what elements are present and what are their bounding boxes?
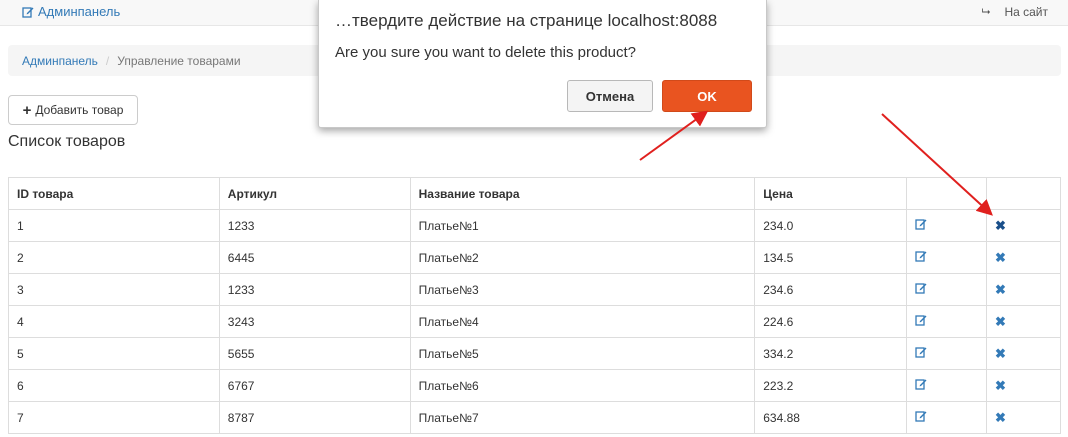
list-title: Список товаров: [8, 133, 126, 150]
edit-icon[interactable]: [915, 346, 927, 361]
table-row: 5 5655 Платье№5 334.2 ✖: [8, 337, 1061, 370]
cell-delete: ✖: [986, 337, 1061, 370]
cell-sku: 8787: [218, 401, 411, 434]
cell-sku: 6767: [218, 369, 411, 402]
plus-icon: +: [22, 101, 32, 119]
table-row: 1 1233 Платье№1 234.0 ✖: [8, 209, 1061, 242]
cell-delete: ✖: [986, 209, 1061, 242]
cell-id: 7: [8, 401, 220, 434]
products-table: ID товара Артикул Название товара Цена 1…: [8, 177, 1061, 434]
remove-icon[interactable]: ✖: [995, 314, 1006, 330]
cell-edit: [906, 369, 988, 402]
breadcrumb-current: Управление товарами: [117, 53, 241, 68]
remove-icon[interactable]: ✖: [995, 250, 1006, 266]
edit-icon[interactable]: [915, 410, 927, 425]
cell-price: 223.2: [754, 369, 908, 402]
edit-icon: [22, 6, 34, 18]
table-row: 2 6445 Платье№2 134.5 ✖: [8, 241, 1061, 274]
add-product-label: Добавить товар: [35, 103, 124, 117]
cell-price: 234.6: [754, 273, 908, 306]
dialog-title: …твердите действие на странице localhost…: [335, 11, 718, 30]
table-row: 3 1233 Платье№3 234.6 ✖: [8, 273, 1061, 306]
cell-sku: 6445: [218, 241, 411, 274]
cell-price: 234.0: [754, 209, 908, 242]
cell-delete: ✖: [986, 369, 1061, 402]
cell-edit: [906, 305, 988, 338]
cell-delete: ✖: [986, 273, 1061, 306]
remove-icon[interactable]: ✖: [995, 282, 1006, 298]
column-header-name: Название товара: [409, 177, 756, 210]
cell-name: Платье№1: [409, 209, 756, 242]
cell-sku: 5655: [218, 337, 411, 370]
column-header-delete: [986, 177, 1061, 210]
cell-edit: [906, 209, 988, 242]
breadcrumb-home[interactable]: Админпанель: [22, 54, 98, 68]
cell-sku: 1233: [218, 273, 411, 306]
cell-name: Платье№7: [409, 401, 756, 434]
column-header-id: ID товара: [8, 177, 220, 210]
table-row: 7 8787 Платье№7 634.88 ✖: [8, 401, 1061, 434]
cell-edit: [906, 273, 988, 306]
column-header-sku: Артикул: [218, 177, 411, 210]
edit-icon[interactable]: [915, 250, 927, 265]
cell-edit: [906, 241, 988, 274]
cell-id: 5: [8, 337, 220, 370]
add-product-button[interactable]: + Добавить товар: [8, 95, 138, 125]
cell-name: Платье№4: [409, 305, 756, 338]
confirm-dialog: …твердите действие на странице localhost…: [318, 0, 767, 128]
cell-delete: ✖: [986, 241, 1061, 274]
edit-icon[interactable]: [915, 314, 927, 329]
edit-icon[interactable]: [915, 378, 927, 393]
cell-price: 134.5: [754, 241, 908, 274]
cell-id: 3: [8, 273, 220, 306]
table-row: 4 3243 Платье№4 224.6 ✖: [8, 305, 1061, 338]
ok-button[interactable]: OK: [662, 80, 752, 112]
edit-icon[interactable]: [915, 218, 927, 233]
cell-name: Платье№3: [409, 273, 756, 306]
column-header-price: Цена: [754, 177, 908, 210]
cell-delete: ✖: [986, 305, 1061, 338]
brand-link[interactable]: Админпанель: [22, 4, 120, 19]
cell-delete: ✖: [986, 401, 1061, 434]
cell-name: Платье№6: [409, 369, 756, 402]
table-row: 6 6767 Платье№6 223.2 ✖: [8, 369, 1061, 402]
brand-label: Админпанель: [38, 4, 121, 19]
cell-price: 334.2: [754, 337, 908, 370]
dialog-message: Are you sure you want to delete this pro…: [335, 44, 637, 61]
edit-icon[interactable]: [915, 282, 927, 297]
site-link-label: На сайт: [1004, 5, 1048, 19]
cell-sku: 3243: [218, 305, 411, 338]
table-header-row: ID товара Артикул Название товара Цена: [8, 177, 1061, 210]
cell-name: Платье№5: [409, 337, 756, 370]
cell-sku: 1233: [218, 209, 411, 242]
sign-out-icon: ⮡: [981, 5, 991, 18]
breadcrumb-separator: /: [105, 53, 110, 68]
cell-id: 1: [8, 209, 220, 242]
cell-price: 224.6: [754, 305, 908, 338]
cell-price: 634.88: [754, 401, 908, 434]
remove-icon[interactable]: ✖: [995, 218, 1006, 234]
cell-id: 2: [8, 241, 220, 274]
cancel-button[interactable]: Отмена: [567, 80, 653, 112]
cell-edit: [906, 401, 988, 434]
site-link[interactable]: ⮡ На сайт: [982, 5, 1048, 19]
cell-id: 6: [8, 369, 220, 402]
cell-id: 4: [8, 305, 220, 338]
remove-icon[interactable]: ✖: [995, 410, 1006, 426]
remove-icon[interactable]: ✖: [995, 346, 1006, 362]
remove-icon[interactable]: ✖: [995, 378, 1006, 394]
column-header-edit: [906, 177, 988, 210]
cell-name: Платье№2: [409, 241, 756, 274]
cell-edit: [906, 337, 988, 370]
